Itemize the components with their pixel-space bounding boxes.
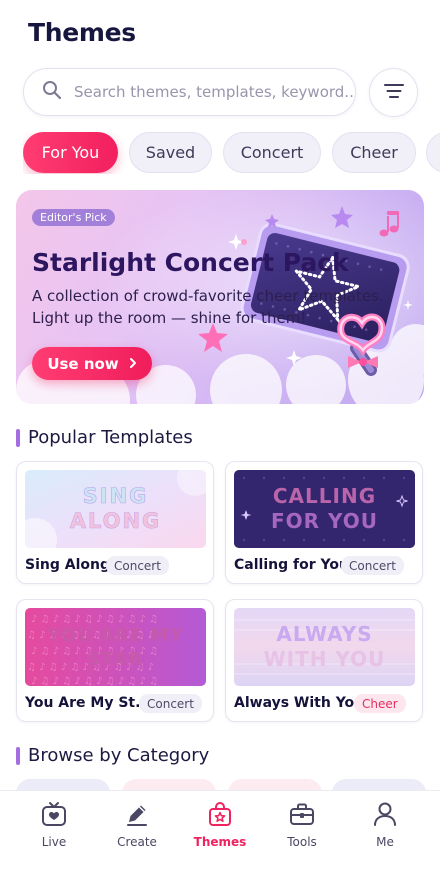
tab-label: Create [117, 835, 157, 849]
bottom-tab-bar: Live Create Themes Tools Me [0, 790, 440, 891]
art-text-line-2: STAR [88, 649, 144, 670]
person-icon [372, 801, 398, 831]
template-tag: Concert [341, 556, 404, 575]
chip-saved[interactable]: Saved [129, 132, 212, 173]
popular-templates-header: Popular Templates [16, 427, 193, 448]
filter-button[interactable] [369, 68, 418, 117]
heart-tv-icon [41, 801, 67, 831]
tab-label: Live [41, 835, 67, 849]
art-text-line-2: ALONG [70, 509, 162, 533]
art-text-line-2: WITH YOU [264, 647, 386, 671]
template-card-always-with-you[interactable]: ALWAYS WITH YOU Always With You Cheer [225, 599, 423, 722]
template-card-calling-for-you[interactable]: CALLING FOR YOU Calling for You Concert [225, 461, 423, 584]
template-tag: Concert [139, 694, 202, 713]
template-tag: Cheer [354, 694, 406, 713]
template-name: Always With You [234, 695, 365, 711]
svg-text:♪ ♫ ♪ ♫ ♪ ♫ ♪ ♫ ♪ ♫ ♪ ♫: ♪ ♫ ♪ ♫ ♪ ♫ ♪ ♫ ♪ ♫ ♪ ♫ [31, 676, 158, 686]
section-accent-bar [16, 746, 20, 765]
art-text-line-1: SING [83, 484, 149, 508]
tab-live[interactable]: Live [14, 801, 94, 849]
search-input[interactable]: Search themes, templates, keyword... [74, 83, 355, 101]
theme-bag-icon [207, 801, 233, 831]
template-name: Calling for You [234, 557, 349, 573]
template-name: You Are My St... [25, 695, 152, 711]
template-thumbnail: ALWAYS WITH YOU [234, 608, 415, 686]
chevron-right-icon [129, 355, 137, 373]
use-now-label: Use now [47, 354, 119, 373]
svg-text:♪ ♫ ♪ ♫ ♪ ♫ ♪ ♫ ♪ ♫ ♪ ♫: ♪ ♫ ♪ ♫ ♪ ♫ ♪ ♫ ♪ ♫ ♪ ♫ [31, 614, 158, 625]
hero-description: A collection of crowd-favorite cheer tem… [32, 285, 412, 329]
use-now-button[interactable]: Use now [32, 347, 152, 380]
template-tag: Concert [106, 556, 169, 575]
template-thumbnail: SING ALONG [25, 470, 206, 548]
chip-for-you[interactable]: For You [23, 132, 118, 173]
art-text-line-2: FOR YOU [271, 509, 378, 533]
chip-cheer[interactable]: Cheer [332, 132, 416, 173]
section-title: Popular Templates [28, 427, 193, 448]
template-card-sing-along[interactable]: SING ALONG Sing Along Concert [16, 461, 214, 584]
tab-me[interactable]: Me [345, 801, 425, 849]
tab-label: Tools [287, 835, 317, 849]
pencil-icon [124, 801, 150, 831]
toolbox-icon [289, 801, 315, 831]
chip-concert[interactable]: Concert [223, 132, 321, 173]
section-accent-bar [16, 428, 20, 447]
tab-label: Me [376, 835, 394, 849]
hero-desc-line-1: A collection of crowd-favorite cheer tem… [32, 287, 384, 305]
chip-more[interactable] [426, 132, 440, 173]
tab-create[interactable]: Create [97, 801, 177, 849]
art-text-line-1: YOU ARE MY [47, 625, 184, 646]
hero-banner[interactable]: Editor's Pick Starlight Concert Pack A c… [16, 190, 424, 404]
page-title: Themes [28, 18, 136, 47]
template-thumbnail: CALLING FOR YOU [234, 470, 415, 548]
filter-chips: For You Saved Concert Cheer [23, 132, 440, 174]
template-name: Sing Along [25, 557, 110, 573]
art-text-line-1: ALWAYS [276, 622, 372, 646]
tab-themes[interactable]: Themes [180, 801, 260, 849]
tab-tools[interactable]: Tools [262, 801, 342, 849]
template-thumbnail: ♪ ♫ ♪ ♫ ♪ ♫ ♪ ♫ ♪ ♫ ♪ ♫ ♫ ♪ ♫ ♪ ♫ ♪ ♫ ♪ … [25, 608, 206, 686]
hero-title: Starlight Concert Pack [32, 248, 349, 277]
art-text-line-1: CALLING [273, 484, 376, 508]
search-bar[interactable]: Search themes, templates, keyword... [23, 68, 356, 116]
editors-pick-badge: Editor's Pick [32, 209, 115, 226]
filter-icon [383, 83, 404, 103]
search-icon [42, 80, 62, 104]
tab-label: Themes [193, 835, 247, 849]
hero-desc-line-2: Light up the room — shine for them! [32, 309, 307, 327]
browse-category-header: Browse by Category [16, 745, 209, 766]
template-card-you-are-my-star[interactable]: ♪ ♫ ♪ ♫ ♪ ♫ ♪ ♫ ♪ ♫ ♪ ♫ ♫ ♪ ♫ ♪ ♫ ♪ ♫ ♪ … [16, 599, 214, 722]
section-title: Browse by Category [28, 745, 210, 766]
